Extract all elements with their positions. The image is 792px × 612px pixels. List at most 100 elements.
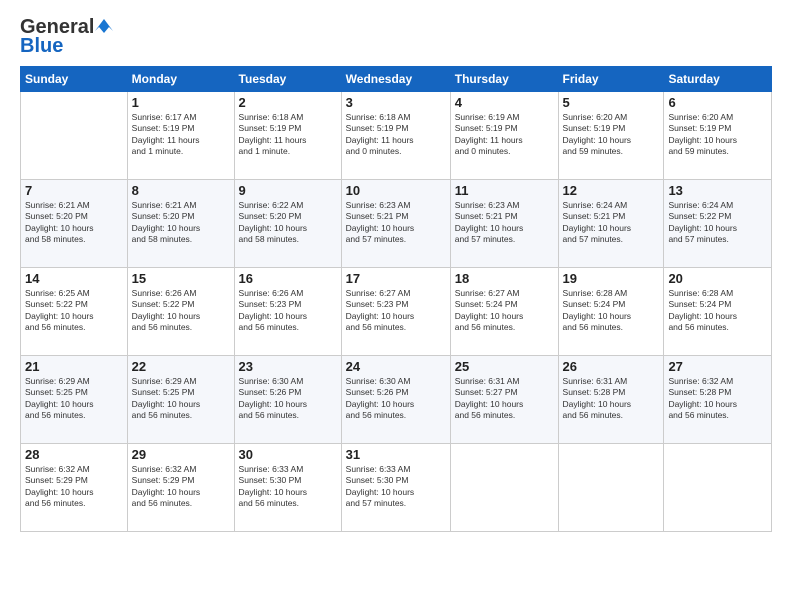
calendar-cell: 19 Sunrise: 6:28 AM Sunset: 5:24 PM Dayli…	[558, 268, 664, 356]
cell-info: Sunrise: 6:18 AM Sunset: 5:19 PM Dayligh…	[346, 112, 446, 158]
day-number: 24	[346, 359, 446, 374]
cell-info: Sunrise: 6:23 AM Sunset: 5:21 PM Dayligh…	[455, 200, 554, 246]
day-number: 17	[346, 271, 446, 286]
weekday-header-wednesday: Wednesday	[341, 67, 450, 92]
weekday-header-thursday: Thursday	[450, 67, 558, 92]
cell-info: Sunrise: 6:23 AM Sunset: 5:21 PM Dayligh…	[346, 200, 446, 246]
day-number: 1	[132, 95, 230, 110]
cell-info: Sunrise: 6:20 AM Sunset: 5:19 PM Dayligh…	[668, 112, 767, 158]
calendar-cell: 13 Sunrise: 6:24 AM Sunset: 5:22 PM Dayli…	[664, 180, 772, 268]
calendar-cell: 24 Sunrise: 6:30 AM Sunset: 5:26 PM Dayli…	[341, 356, 450, 444]
cell-info: Sunrise: 6:21 AM Sunset: 5:20 PM Dayligh…	[25, 200, 123, 246]
calendar-cell: 26 Sunrise: 6:31 AM Sunset: 5:28 PM Dayli…	[558, 356, 664, 444]
calendar-cell	[558, 444, 664, 532]
calendar-cell: 21 Sunrise: 6:29 AM Sunset: 5:25 PM Dayli…	[21, 356, 128, 444]
day-number: 7	[25, 183, 123, 198]
calendar-table: SundayMondayTuesdayWednesdayThursdayFrid…	[20, 66, 772, 532]
calendar-cell: 30 Sunrise: 6:33 AM Sunset: 5:30 PM Dayli…	[234, 444, 341, 532]
day-number: 14	[25, 271, 123, 286]
weekday-header-monday: Monday	[127, 67, 234, 92]
logo-blue: Blue	[20, 35, 63, 58]
day-number: 2	[239, 95, 337, 110]
day-number: 20	[668, 271, 767, 286]
day-number: 10	[346, 183, 446, 198]
calendar-cell: 8Sunrise: 6:21 AM Sunset: 5:20 PM Daylig…	[127, 180, 234, 268]
day-number: 13	[668, 183, 767, 198]
cell-info: Sunrise: 6:24 AM Sunset: 5:22 PM Dayligh…	[668, 200, 767, 246]
calendar-cell: 15Sunrise: 6:26 AM Sunset: 5:22 PM Dayli…	[127, 268, 234, 356]
weekday-header-tuesday: Tuesday	[234, 67, 341, 92]
calendar-cell: 25Sunrise: 6:31 AM Sunset: 5:27 PM Dayli…	[450, 356, 558, 444]
cell-info: Sunrise: 6:29 AM Sunset: 5:25 PM Dayligh…	[25, 376, 123, 422]
cell-info: Sunrise: 6:32 AM Sunset: 5:28 PM Dayligh…	[668, 376, 767, 422]
cell-info: Sunrise: 6:27 AM Sunset: 5:24 PM Dayligh…	[455, 288, 554, 334]
cell-info: Sunrise: 6:29 AM Sunset: 5:25 PM Dayligh…	[132, 376, 230, 422]
day-number: 28	[25, 447, 123, 462]
calendar-cell: 28 Sunrise: 6:32 AM Sunset: 5:29 PM Dayli…	[21, 444, 128, 532]
weekday-header-row: SundayMondayTuesdayWednesdayThursdayFrid…	[21, 67, 772, 92]
week-row-2: 7 Sunrise: 6:21 AM Sunset: 5:20 PM Daylig…	[21, 180, 772, 268]
weekday-header-sunday: Sunday	[21, 67, 128, 92]
day-number: 4	[455, 95, 554, 110]
page: General Blue SundayMondayTuesdayWednesda…	[0, 0, 792, 612]
calendar-cell	[21, 92, 128, 180]
weekday-header-saturday: Saturday	[664, 67, 772, 92]
cell-info: Sunrise: 6:32 AM Sunset: 5:29 PM Dayligh…	[25, 464, 123, 510]
calendar-cell: 27 Sunrise: 6:32 AM Sunset: 5:28 PM Dayli…	[664, 356, 772, 444]
day-number: 11	[455, 183, 554, 198]
cell-info: Sunrise: 6:26 AM Sunset: 5:22 PM Dayligh…	[132, 288, 230, 334]
cell-info: Sunrise: 6:17 AM Sunset: 5:19 PM Dayligh…	[132, 112, 230, 158]
cell-info: Sunrise: 6:31 AM Sunset: 5:27 PM Dayligh…	[455, 376, 554, 422]
cell-info: Sunrise: 6:32 AM Sunset: 5:29 PM Dayligh…	[132, 464, 230, 510]
day-number: 27	[668, 359, 767, 374]
calendar-cell: 22 Sunrise: 6:29 AM Sunset: 5:25 PM Dayli…	[127, 356, 234, 444]
cell-info: Sunrise: 6:18 AM Sunset: 5:19 PM Dayligh…	[239, 112, 337, 158]
cell-info: Sunrise: 6:22 AM Sunset: 5:20 PM Dayligh…	[239, 200, 337, 246]
cell-info: Sunrise: 6:21 AM Sunset: 5:20 PM Dayligh…	[132, 200, 230, 246]
calendar-cell: 1 Sunrise: 6:17 AM Sunset: 5:19 PM Daylig…	[127, 92, 234, 180]
week-row-3: 14 Sunrise: 6:25 AM Sunset: 5:22 PM Dayli…	[21, 268, 772, 356]
day-number: 31	[346, 447, 446, 462]
calendar-cell: 16Sunrise: 6:26 AM Sunset: 5:23 PM Dayli…	[234, 268, 341, 356]
cell-info: Sunrise: 6:20 AM Sunset: 5:19 PM Dayligh…	[563, 112, 660, 158]
cell-info: Sunrise: 6:27 AM Sunset: 5:23 PM Dayligh…	[346, 288, 446, 334]
calendar-cell: 29 Sunrise: 6:32 AM Sunset: 5:29 PM Dayli…	[127, 444, 234, 532]
calendar-cell: 5Sunrise: 6:20 AM Sunset: 5:19 PM Daylig…	[558, 92, 664, 180]
cell-info: Sunrise: 6:26 AM Sunset: 5:23 PM Dayligh…	[239, 288, 337, 334]
day-number: 6	[668, 95, 767, 110]
cell-info: Sunrise: 6:28 AM Sunset: 5:24 PM Dayligh…	[668, 288, 767, 334]
day-number: 3	[346, 95, 446, 110]
day-number: 30	[239, 447, 337, 462]
weekday-header-friday: Friday	[558, 67, 664, 92]
day-number: 23	[239, 359, 337, 374]
calendar-cell: 2 Sunrise: 6:18 AM Sunset: 5:19 PM Daylig…	[234, 92, 341, 180]
calendar-cell: 14 Sunrise: 6:25 AM Sunset: 5:22 PM Dayli…	[21, 268, 128, 356]
calendar-cell: 7 Sunrise: 6:21 AM Sunset: 5:20 PM Daylig…	[21, 180, 128, 268]
calendar-cell: 3 Sunrise: 6:18 AM Sunset: 5:19 PM Daylig…	[341, 92, 450, 180]
calendar-cell: 17 Sunrise: 6:27 AM Sunset: 5:23 PM Dayli…	[341, 268, 450, 356]
day-number: 9	[239, 183, 337, 198]
calendar-cell: 11 Sunrise: 6:23 AM Sunset: 5:21 PM Dayli…	[450, 180, 558, 268]
calendar-cell: 10 Sunrise: 6:23 AM Sunset: 5:21 PM Dayli…	[341, 180, 450, 268]
day-number: 19	[563, 271, 660, 286]
day-number: 26	[563, 359, 660, 374]
cell-info: Sunrise: 6:33 AM Sunset: 5:30 PM Dayligh…	[239, 464, 337, 510]
logo-bird-icon	[95, 17, 113, 35]
calendar-cell: 31Sunrise: 6:33 AM Sunset: 5:30 PM Dayli…	[341, 444, 450, 532]
calendar-cell: 20 Sunrise: 6:28 AM Sunset: 5:24 PM Dayli…	[664, 268, 772, 356]
day-number: 22	[132, 359, 230, 374]
calendar-cell: 6 Sunrise: 6:20 AM Sunset: 5:19 PM Daylig…	[664, 92, 772, 180]
calendar-cell: 12 Sunrise: 6:24 AM Sunset: 5:21 PM Dayli…	[558, 180, 664, 268]
week-row-5: 28 Sunrise: 6:32 AM Sunset: 5:29 PM Dayli…	[21, 444, 772, 532]
cell-info: Sunrise: 6:25 AM Sunset: 5:22 PM Dayligh…	[25, 288, 123, 334]
day-number: 21	[25, 359, 123, 374]
cell-info: Sunrise: 6:28 AM Sunset: 5:24 PM Dayligh…	[563, 288, 660, 334]
cell-info: Sunrise: 6:30 AM Sunset: 5:26 PM Dayligh…	[346, 376, 446, 422]
logo: General Blue	[20, 16, 113, 58]
day-number: 29	[132, 447, 230, 462]
calendar-cell: 9 Sunrise: 6:22 AM Sunset: 5:20 PM Daylig…	[234, 180, 341, 268]
cell-info: Sunrise: 6:31 AM Sunset: 5:28 PM Dayligh…	[563, 376, 660, 422]
cell-info: Sunrise: 6:24 AM Sunset: 5:21 PM Dayligh…	[563, 200, 660, 246]
cell-info: Sunrise: 6:19 AM Sunset: 5:19 PM Dayligh…	[455, 112, 554, 158]
day-number: 12	[563, 183, 660, 198]
